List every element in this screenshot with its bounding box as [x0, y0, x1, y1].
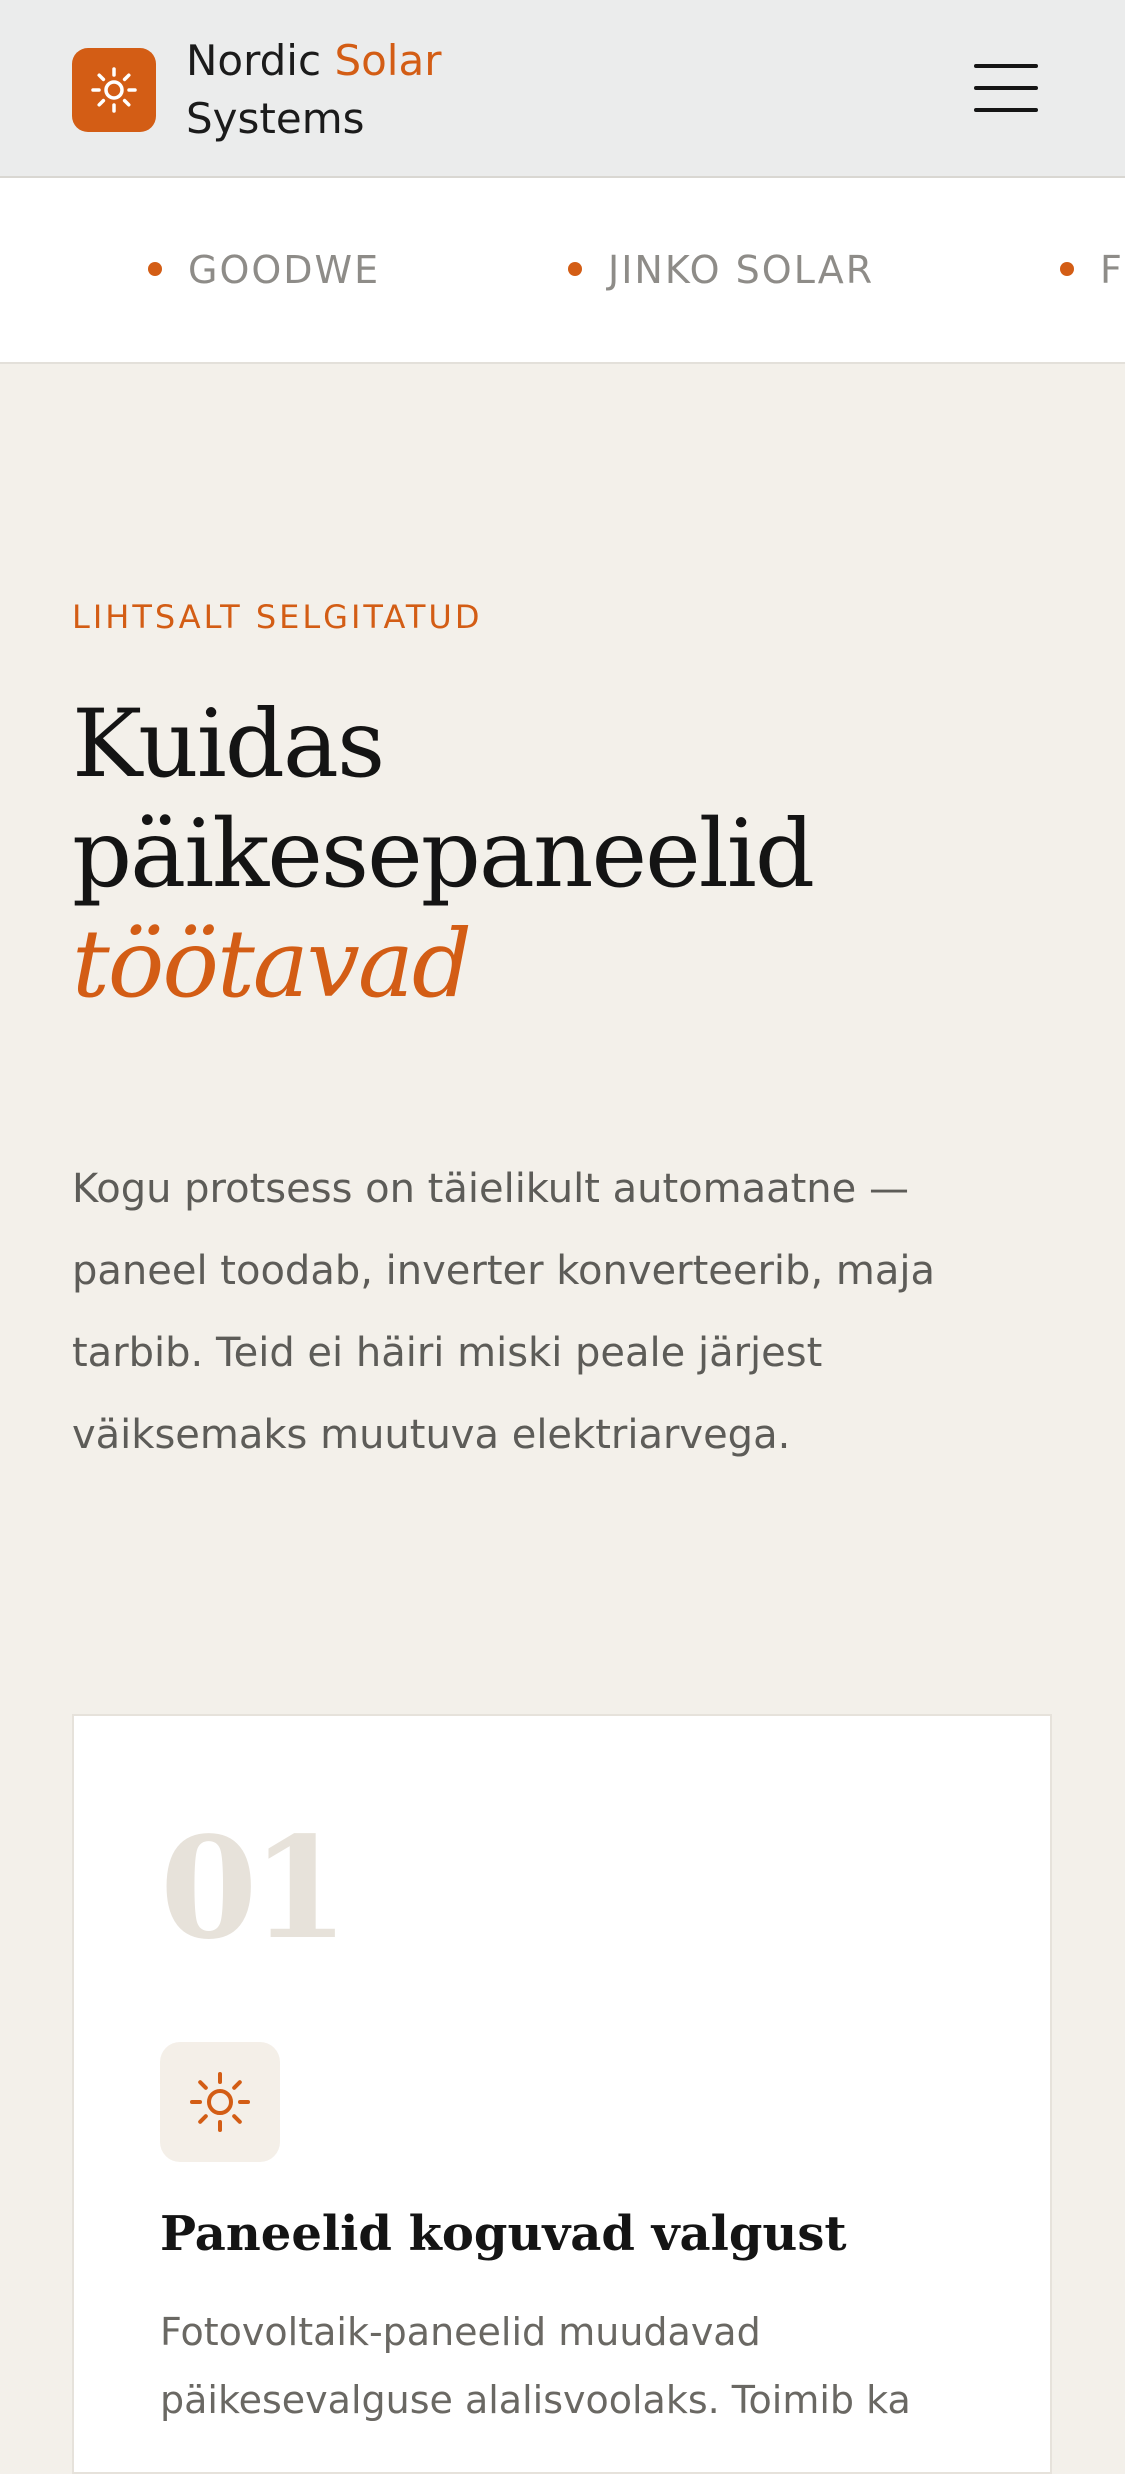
step-card: 01 Paneelid koguvad valgust Fotovoltaik-…: [72, 1714, 1052, 2474]
site-header: Nordic Solar Systems: [0, 0, 1125, 178]
ticker-item-partial: F: [1060, 248, 1124, 296]
section-eyebrow: LIHTSALT SELGITATUD: [72, 598, 483, 636]
brand-word-nordic: Nordic: [186, 36, 322, 85]
brand-name[interactable]: Nordic Solar Systems: [186, 32, 441, 148]
sun-icon: [190, 2072, 250, 2132]
bullet-dot: [148, 261, 162, 276]
logo-sun-icon[interactable]: [72, 48, 156, 132]
step-number: 01: [160, 1807, 349, 1971]
ticker-item-goodwe: GOODWE: [148, 248, 380, 296]
section-lead: Kogu protsess on täielikult automaatne —…: [72, 1166, 935, 1458]
menu-bar: [974, 64, 1038, 68]
title-main: Kuidas päikesepaneelid: [72, 690, 815, 909]
title-emphasis: töötavad: [72, 910, 472, 1019]
hamburger-menu-button[interactable]: [970, 58, 1042, 118]
ticker-label: GOODWE: [188, 248, 381, 292]
brand-word-systems: Systems: [186, 94, 365, 143]
ticker-label: F: [1100, 248, 1124, 292]
ticker-item-jinko-solar: JINKO SOLAR: [568, 248, 874, 296]
menu-bar: [974, 108, 1038, 112]
menu-bar: [974, 86, 1038, 90]
ticker-label: JINKO SOLAR: [608, 248, 875, 292]
sun-icon: [91, 67, 137, 113]
bullet-dot: [1060, 261, 1074, 276]
step-description: Fotovoltaik-paneelid muudavad päikeseval…: [160, 2310, 911, 2422]
brand-ticker: GOODWE JINKO SOLAR F: [0, 178, 1125, 364]
step-title: Paneelid koguvad valgust: [160, 2206, 847, 2262]
bullet-dot: [568, 261, 582, 276]
section-title: Kuidas päikesepaneelid töötavad: [72, 690, 1072, 1020]
step-icon-box: [160, 2042, 280, 2162]
brand-word-solar: Solar: [334, 36, 442, 85]
